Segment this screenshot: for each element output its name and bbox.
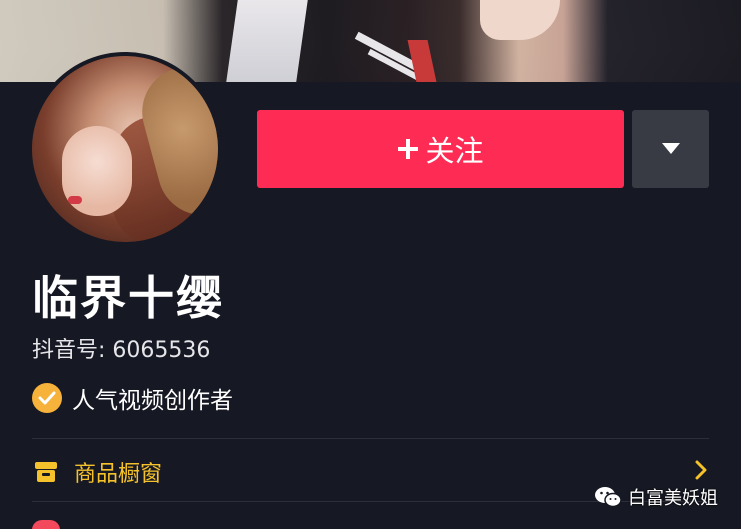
creator-badge: 人气视频创作者 xyxy=(32,382,233,414)
follow-label: 关注 xyxy=(425,134,484,168)
douyin-id: 抖音号: 6065536 xyxy=(32,338,211,363)
storefront-icon xyxy=(32,458,60,486)
plus-icon xyxy=(397,133,419,165)
divider xyxy=(32,438,709,439)
next-row-icon xyxy=(32,520,62,529)
avatar[interactable] xyxy=(32,56,218,242)
check-badge-icon xyxy=(32,383,62,413)
shop-window-label: 商品橱窗 xyxy=(74,462,163,487)
watermark: 白富美妖姐 xyxy=(594,484,718,510)
watermark-text: 白富美妖姐 xyxy=(628,488,718,509)
badge-text: 人气视频创作者 xyxy=(72,388,233,414)
nickname: 临界十缨 xyxy=(32,271,224,325)
wechat-icon xyxy=(594,486,622,508)
follow-button[interactable]: 关注 xyxy=(257,110,624,188)
chevron-right-icon xyxy=(695,460,707,484)
more-options-button[interactable] xyxy=(632,110,709,188)
caret-down-icon xyxy=(661,143,680,155)
